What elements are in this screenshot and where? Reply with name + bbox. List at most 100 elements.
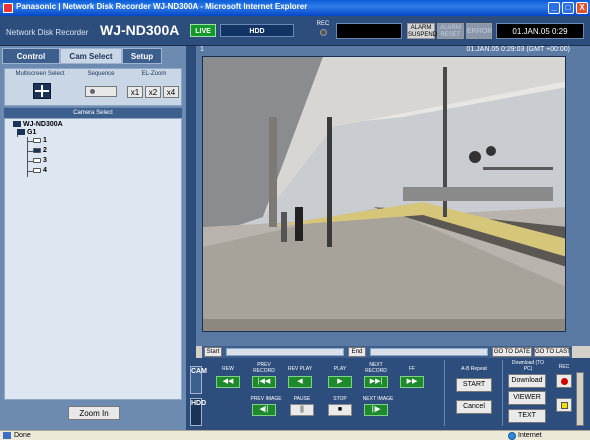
zoom-x4-button[interactable]: x4 — [163, 86, 179, 98]
download-button[interactable]: Download — [508, 374, 546, 388]
download-to-pc-label: Download (TO PC) — [511, 360, 545, 372]
rec-status-light-icon — [319, 29, 327, 36]
tab-control[interactable]: Control — [2, 48, 60, 64]
rec-stop-button[interactable] — [556, 398, 572, 412]
rec-indicator-label: REC — [316, 21, 330, 27]
rew-label: REW — [222, 366, 234, 372]
left-panel: Control Cam Select Setup Multiscreen Sel… — [0, 46, 186, 430]
sequence-label: Sequence — [87, 71, 115, 77]
select-options-row: Multiscreen Select Sequence EL-Zoom x1 x… — [4, 68, 182, 106]
close-button[interactable]: X — [576, 2, 588, 14]
alarm-reset-button[interactable]: ALARM RESET — [437, 23, 464, 39]
sequence-button[interactable] — [85, 86, 117, 97]
hdd-indicator: HDD — [220, 24, 294, 37]
record-icon — [561, 378, 568, 385]
brand-model: WJ-ND300A — [100, 22, 180, 38]
pause-button[interactable]: || — [290, 404, 314, 416]
seek-bar: Start End GO TO DATE GO TO LAST — [202, 346, 572, 358]
tree-camera-2[interactable]: 2 — [33, 147, 47, 154]
ab-repeat-start-button[interactable]: START — [456, 378, 492, 392]
camera-tree: WJ-ND300A G1 1 2 3 4 — [4, 118, 182, 400]
group-icon — [17, 129, 25, 136]
station-platform-image — [203, 57, 565, 331]
cam-side-tab[interactable]: CAM — [190, 366, 207, 394]
tree-group-g1[interactable]: G1 — [17, 129, 36, 136]
header-clock: 01.JAN.05 0:29 — [496, 23, 584, 39]
prev-image-label: PREV IMAGE — [250, 396, 282, 402]
tab-cam-select[interactable]: Cam Select — [60, 48, 122, 64]
zoom-x2-button[interactable]: x2 — [145, 86, 161, 98]
prev-record-label: PREV RECORD — [253, 362, 275, 374]
live-button[interactable]: LIVE — [190, 24, 216, 37]
status-display — [336, 23, 402, 39]
status-text: Done — [14, 432, 31, 439]
ff-button[interactable]: ▶▶ — [400, 376, 424, 388]
ab-repeat-label: A-B Repeat — [461, 366, 487, 372]
next-record-label: NEXT RECORD — [365, 362, 387, 374]
maximize-button[interactable]: □ — [562, 2, 574, 14]
tree-camera-3[interactable]: 3 — [33, 157, 47, 164]
tree-camera-1[interactable]: 1 — [33, 137, 47, 144]
tab-setup[interactable]: Setup — [122, 48, 162, 64]
camera-select-header: Camera Select — [4, 108, 182, 118]
globe-icon — [508, 432, 516, 440]
go-to-date-button[interactable]: GO TO DATE — [492, 347, 532, 357]
camera-icon — [33, 157, 41, 163]
camera-icon — [33, 137, 41, 143]
ie-icon — [3, 3, 13, 13]
stop-label: STOP — [333, 396, 347, 402]
brand-subtitle: Network Disk Recorder — [6, 28, 89, 37]
text-button[interactable]: TEXT — [508, 409, 546, 423]
video-area: 1 01.JAN.05 0:29:03 (GMT +00:00) — [196, 46, 590, 346]
next-record-button[interactable]: ▶▶| — [364, 376, 388, 388]
viewer-button[interactable]: VIEWER — [508, 391, 546, 405]
security-zone: Internet — [518, 432, 542, 439]
window-title: Panasonic | Network Disk Recorder WJ-ND3… — [16, 2, 308, 11]
camera-active-icon — [33, 147, 41, 153]
stop-button[interactable]: ■ — [328, 404, 352, 416]
tree-camera-4[interactable]: 4 — [33, 167, 47, 174]
next-image-button[interactable]: ||▶ — [364, 404, 388, 416]
minimize-button[interactable]: _ — [548, 2, 560, 14]
rec-scrollbar[interactable] — [576, 372, 584, 426]
ff-label: FF — [408, 366, 416, 372]
rev-play-button[interactable]: ◀ — [288, 376, 312, 388]
stop-square-icon — [561, 402, 568, 409]
browser-status-bar: Done Internet — [0, 430, 590, 440]
multiscreen-grid-button[interactable] — [33, 83, 51, 99]
prev-image-button[interactable]: ◀|| — [252, 404, 276, 416]
rec-start-button[interactable] — [556, 374, 572, 388]
rev-play-label: REV PLAY — [287, 366, 313, 372]
window-title-bar: Panasonic | Network Disk Recorder WJ-ND3… — [0, 0, 590, 16]
seek-range-end[interactable] — [370, 348, 488, 356]
end-button[interactable]: End — [348, 347, 366, 357]
next-image-label: NEXT IMAGE — [362, 396, 394, 402]
playback-control-panel: CAM HDD REW PREV RECORD REV PLAY PLAY NE… — [186, 358, 590, 430]
zoom-x1-button[interactable]: x1 — [127, 86, 143, 98]
play-button[interactable]: ▶ — [328, 376, 352, 388]
prev-record-button[interactable]: |◀◀ — [252, 376, 276, 388]
el-zoom-label: EL-Zoom — [141, 71, 167, 77]
video-timestamp: 01.JAN.05 0:29:03 (GMT +00:00) — [466, 46, 570, 53]
camera-video-frame[interactable] — [202, 56, 566, 332]
camera-number: 1 — [200, 46, 204, 53]
alarm-suspend-button[interactable]: ALARM SUSPEND — [407, 23, 437, 39]
multiscreen-select-label: Multiscreen Select — [15, 71, 65, 77]
pause-label: PAUSE — [293, 396, 311, 402]
start-button[interactable]: Start — [204, 347, 222, 357]
rew-button[interactable]: ◀◀ — [216, 376, 240, 388]
recorder-icon — [13, 121, 21, 128]
rec-indicator: REC — [314, 21, 332, 41]
play-label: PLAY — [333, 366, 347, 372]
ab-repeat-cancel-button[interactable]: Cancel — [456, 400, 492, 414]
zoom-in-button[interactable]: Zoom In — [68, 406, 120, 420]
rec-label: REC — [558, 364, 570, 370]
seek-range-start[interactable] — [226, 348, 344, 356]
recorder-header: Network Disk Recorder WJ-ND300A LIVE HDD… — [0, 16, 590, 46]
hdd-side-tab[interactable]: HDD — [190, 398, 206, 426]
sequence-dot-icon — [90, 89, 95, 94]
page-icon — [3, 432, 11, 439]
tree-root[interactable]: WJ-ND300A — [13, 121, 63, 128]
go-to-last-button[interactable]: GO TO LAST — [534, 347, 571, 357]
error-button[interactable]: ERROR — [466, 23, 492, 39]
